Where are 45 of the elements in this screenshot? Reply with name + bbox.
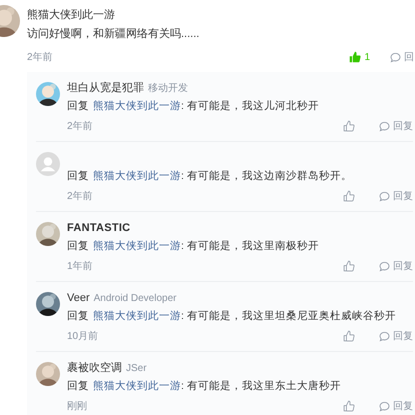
thumbs-up-icon[interactable] [343, 190, 355, 202]
reply-button[interactable]: 回复 [393, 328, 413, 344]
reply-button[interactable]: 回复 [393, 258, 413, 274]
thumbs-up-icon[interactable] [343, 260, 355, 272]
comment-text: 访问好慢啊，和新疆网络有关吗...... [27, 26, 200, 42]
comment-icon [390, 52, 401, 62]
thumbs-up-icon[interactable] [343, 120, 355, 132]
timestamp: 10月前 [67, 330, 100, 344]
mention-link[interactable]: 熊猫大侠到此一游 [93, 380, 181, 392]
timestamp: 1年前 [67, 260, 94, 274]
thumbs-up-icon[interactable] [349, 51, 362, 63]
comment-icon [379, 260, 390, 272]
mention-link[interactable]: 熊猫大侠到此一游 [93, 100, 181, 112]
mention-link[interactable]: 熊猫大侠到此一游 [93, 310, 181, 322]
author-name: 坦白从宽是犯罪 [67, 80, 144, 96]
comment-icon [379, 190, 390, 202]
timestamp: 2年前 [67, 120, 94, 134]
comment-icon [379, 330, 390, 342]
reply-button[interactable]: 回 [404, 50, 414, 64]
mention-link[interactable]: 熊猫大侠到此一游 [93, 240, 181, 252]
author-name: 熊猫大侠到此一游 [27, 8, 116, 23]
author-name: FANTASTIC [67, 221, 130, 236]
author-title: Android Developer [94, 292, 176, 306]
reply-text: 回复 熊猫大侠到此一游: 有可能是，我这里南极秒开 [67, 239, 320, 254]
reply-text: 回复 熊猫大侠到此一游: 有可能是，我这里东土大唐秒开 [67, 379, 342, 394]
comment-icon [379, 120, 390, 132]
author-name: 裹被吹空调 [67, 360, 122, 376]
reply-button[interactable]: 回复 [393, 398, 413, 414]
timestamp: 2年前 [67, 190, 94, 204]
timestamp: 2年前 [27, 50, 54, 64]
like-count: 1 [364, 50, 370, 64]
thumbs-up-icon[interactable] [343, 330, 355, 342]
thumbs-up-icon[interactable] [343, 400, 355, 412]
reply-text: 回复 熊猫大侠到此一游: 有可能是，我这里坦桑尼亚奥杜威峡谷秒开 [67, 309, 397, 324]
reply-text: 回复 熊猫大侠到此一游: 有可能是，我这边南沙群岛秒开。 [67, 169, 353, 184]
comment-icon [379, 400, 390, 412]
mention-link[interactable]: 熊猫大侠到此一游 [93, 170, 181, 182]
author-title: 移动开发 [148, 82, 188, 96]
reply-button[interactable]: 回复 [393, 188, 413, 204]
default-avatar-icon [36, 152, 60, 176]
author-name: Veer [67, 291, 90, 306]
timestamp: 刚刚 [67, 400, 88, 414]
reply-button[interactable]: 回复 [393, 118, 413, 134]
reply-text: 回复 熊猫大侠到此一游: 有可能是，我这儿河北秒开 [67, 99, 320, 114]
author-title: JSer [126, 362, 147, 376]
